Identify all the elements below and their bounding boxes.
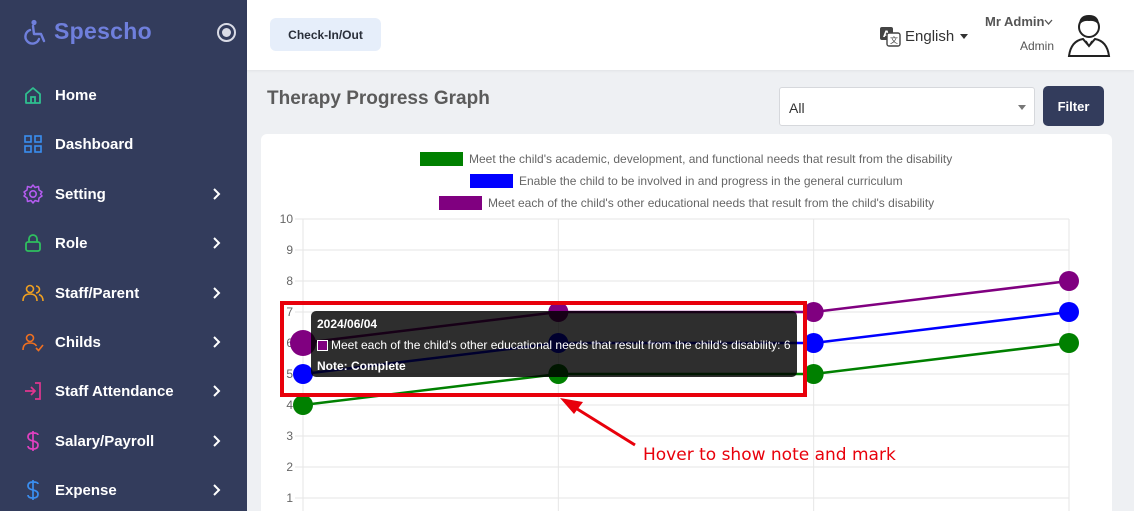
line-chart: 12345678910 xyxy=(280,212,1079,511)
data-point xyxy=(1059,302,1079,322)
data-point xyxy=(1059,333,1079,353)
annotation-highlight-box xyxy=(280,301,807,397)
y-tick-label: 9 xyxy=(286,243,293,257)
y-tick-label: 3 xyxy=(286,429,293,443)
y-tick-label: 10 xyxy=(280,212,294,226)
y-tick-label: 8 xyxy=(286,274,293,288)
y-tick-label: 1 xyxy=(286,491,293,505)
y-tick-label: 2 xyxy=(286,460,293,474)
data-point xyxy=(293,395,313,415)
data-point xyxy=(1059,271,1079,291)
annotation-text: Hover to show note and mark xyxy=(643,445,896,465)
y-tick-label: 4 xyxy=(286,398,293,412)
